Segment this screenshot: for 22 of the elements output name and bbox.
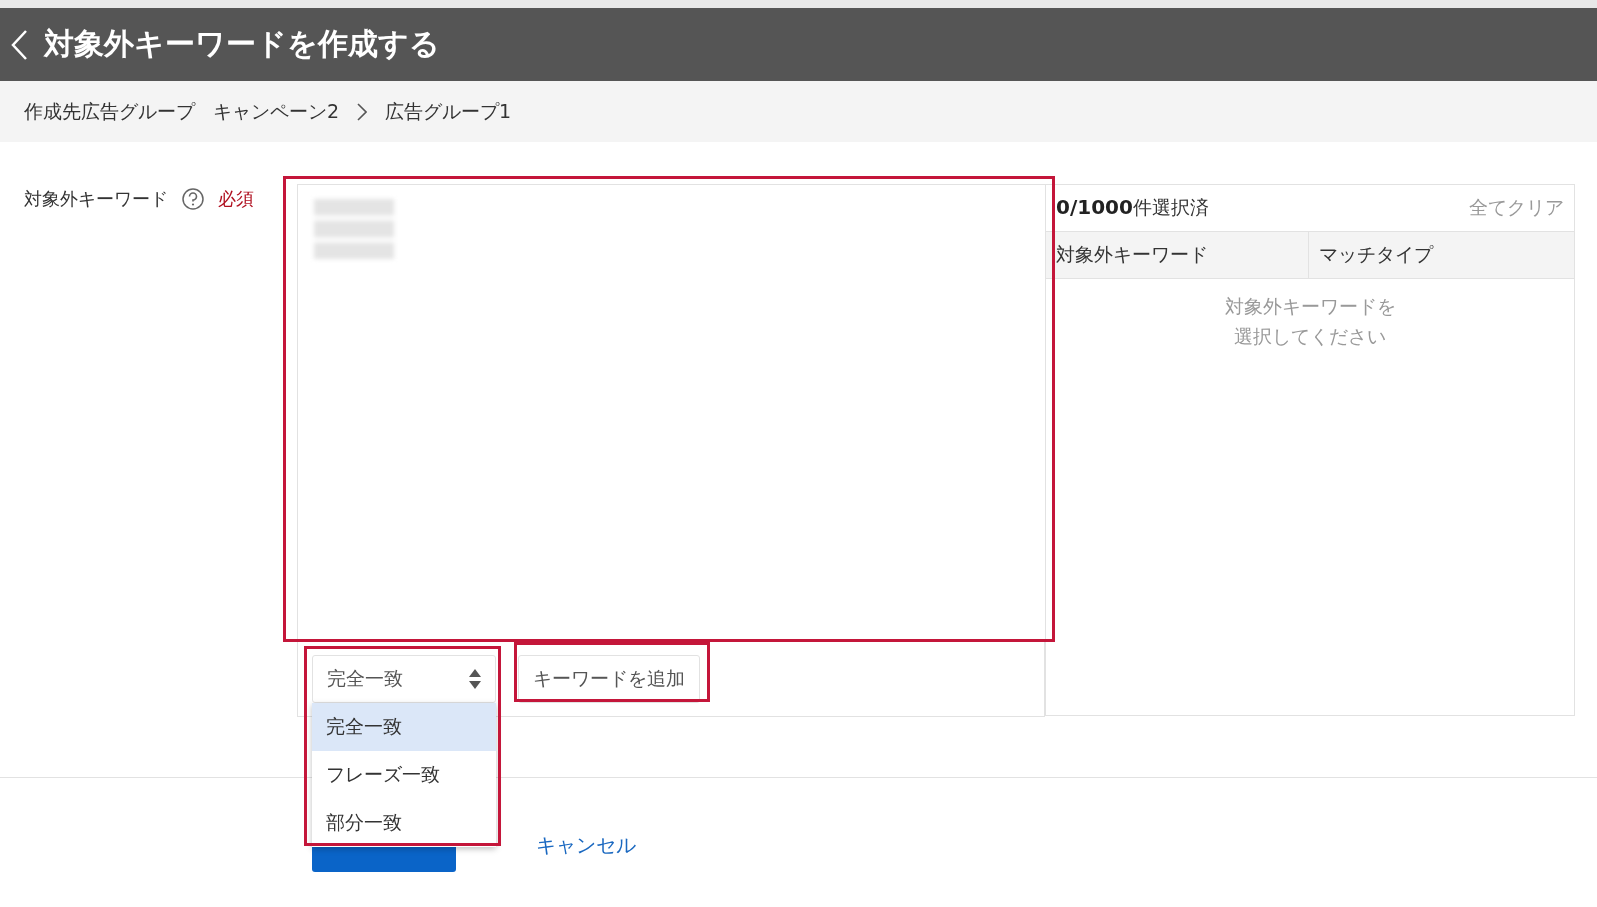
- field-label: 対象外キーワード: [24, 187, 168, 211]
- page-title: 対象外キーワードを作成する: [44, 25, 440, 63]
- empty-message: 対象外キーワードを: [1224, 294, 1396, 319]
- empty-message: 選択してください: [1234, 324, 1386, 349]
- required-mark: 必須: [218, 187, 254, 211]
- column-header: 対象外キーワード: [1055, 242, 1209, 267]
- cancel-link[interactable]: キャンセル: [536, 831, 636, 859]
- dropdown-option[interactable]: 完全一致: [312, 703, 496, 751]
- selection-count: 0/1000: [1056, 195, 1133, 219]
- add-keyword-button[interactable]: キーワードを追加: [518, 655, 700, 703]
- column-header: マッチタイプ: [1308, 232, 1574, 278]
- selection-count-suffix: 件選択済: [1132, 196, 1209, 218]
- help-icon[interactable]: [182, 188, 204, 210]
- dropdown-option[interactable]: フレーズ一致: [312, 751, 496, 799]
- chevron-right-icon: [357, 102, 368, 121]
- breadcrumb-item: キャンペーン2: [213, 98, 340, 124]
- breadcrumb-label: 作成先広告グループ: [24, 98, 195, 124]
- dropdown-option[interactable]: 部分一致: [312, 799, 496, 847]
- sort-arrows-icon: [469, 668, 481, 690]
- back-icon[interactable]: [10, 28, 28, 61]
- match-type-select[interactable]: 完全一致: [312, 655, 496, 703]
- breadcrumb-item: 広告グループ1: [385, 98, 512, 124]
